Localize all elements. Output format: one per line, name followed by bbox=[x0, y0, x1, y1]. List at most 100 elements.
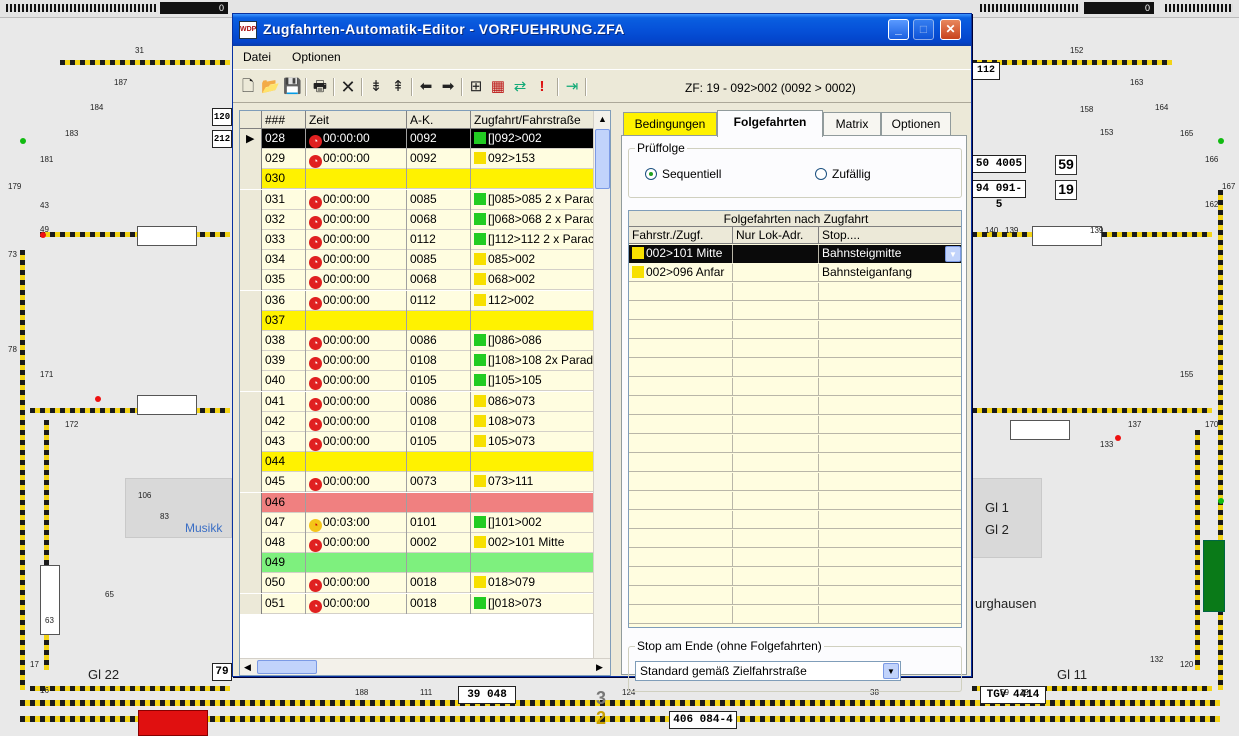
cell-lok-adr[interactable] bbox=[733, 321, 819, 339]
menu-optionen[interactable]: Optionen bbox=[292, 50, 341, 64]
cell-zeit[interactable]: ◔ 00:00:00 bbox=[306, 351, 407, 372]
cell-lok-adr[interactable] bbox=[733, 549, 819, 567]
column-header-id[interactable]: ### bbox=[262, 111, 306, 129]
column-header-fahrstrasse[interactable]: Fahrstr./Zugf. bbox=[629, 227, 733, 244]
cell-ak[interactable]: 0112 bbox=[407, 230, 471, 250]
chevron-down-icon[interactable]: ▼ bbox=[883, 663, 899, 679]
table-row[interactable]: 051 ◔ 00:00:00 0018 []018>073 bbox=[240, 593, 610, 614]
cell-id[interactable]: 045 bbox=[262, 472, 306, 493]
cell-stop[interactable] bbox=[819, 587, 961, 605]
cell-fahrstrasse[interactable] bbox=[629, 321, 733, 339]
cell-route[interactable]: []112>112 2 x Parac bbox=[471, 230, 595, 250]
cell-zeit[interactable]: ◔ 00:00:00 bbox=[306, 270, 407, 291]
cell-fahrstrasse[interactable] bbox=[629, 492, 733, 510]
cell-ak[interactable] bbox=[407, 553, 471, 574]
swap-icon[interactable]: ⇄ bbox=[511, 78, 529, 96]
row-header[interactable] bbox=[240, 351, 262, 372]
arrow-right-icon[interactable]: ➡ bbox=[439, 78, 457, 96]
row-header[interactable] bbox=[240, 452, 262, 473]
list-item[interactable] bbox=[629, 321, 961, 339]
cell-fahrstrasse[interactable] bbox=[629, 549, 733, 567]
row-header[interactable] bbox=[240, 189, 262, 210]
tab-bedingungen[interactable]: Bedingungen bbox=[623, 112, 717, 136]
table-row[interactable]: 033 ◔ 00:00:00 0112 []112>112 2 x Parac bbox=[240, 230, 610, 250]
cell-fahrstrasse[interactable] bbox=[629, 359, 733, 377]
table-row[interactable]: 043 ◔ 00:00:00 0105 105>073 bbox=[240, 432, 610, 452]
cell-fahrstrasse[interactable] bbox=[629, 454, 733, 472]
cell-fahrstrasse[interactable] bbox=[629, 511, 733, 529]
cell-route[interactable]: []068>068 2 x Parac bbox=[471, 209, 595, 230]
list-item[interactable]: 002>096 Anfar Bahnsteiganfang bbox=[629, 264, 961, 282]
list-item[interactable] bbox=[629, 606, 961, 624]
tab-folgefahrten[interactable]: Folgefahrten bbox=[717, 110, 823, 137]
cell-ak[interactable] bbox=[407, 310, 471, 331]
cell-ak[interactable]: 0068 bbox=[407, 209, 471, 230]
cell-id[interactable]: 030 bbox=[262, 169, 306, 190]
cell-id[interactable]: 037 bbox=[262, 310, 306, 331]
cell-lok-adr[interactable] bbox=[733, 511, 819, 529]
row-header[interactable] bbox=[240, 411, 262, 432]
scroll-right-icon[interactable]: ▶ bbox=[596, 662, 603, 673]
cell-lok-adr[interactable] bbox=[733, 378, 819, 396]
cell-ak[interactable]: 0092 bbox=[407, 149, 471, 170]
cell-fahrstrasse[interactable] bbox=[629, 568, 733, 586]
cell-id[interactable]: 046 bbox=[262, 492, 306, 513]
cell-stop[interactable] bbox=[819, 359, 961, 377]
cell-route[interactable]: 112>002 bbox=[471, 290, 595, 311]
cell-zeit[interactable] bbox=[306, 553, 407, 574]
cell-route[interactable]: []105>105 bbox=[471, 371, 595, 392]
cell-ak[interactable]: 0085 bbox=[407, 189, 471, 210]
cell-fahrstrasse[interactable] bbox=[629, 302, 733, 320]
column-header-ak[interactable]: A-K. bbox=[407, 111, 471, 129]
cell-lok-adr[interactable] bbox=[733, 473, 819, 491]
row-header[interactable] bbox=[240, 533, 262, 553]
column-header-stop[interactable]: Stop.... bbox=[819, 227, 961, 244]
cell-ak[interactable] bbox=[407, 169, 471, 190]
table-row[interactable]: 042 ◔ 00:00:00 0108 108>073 bbox=[240, 411, 610, 432]
cell-zeit[interactable]: ◔ 00:03:00 bbox=[306, 512, 407, 533]
cell-ak[interactable]: 0092 bbox=[407, 129, 471, 149]
cell-zeit[interactable]: ◔ 00:00:00 bbox=[306, 533, 407, 553]
cell-fahrstrasse[interactable] bbox=[629, 435, 733, 453]
cell-zeit[interactable] bbox=[306, 169, 407, 190]
cell-id[interactable]: 048 bbox=[262, 533, 306, 553]
list-item[interactable] bbox=[629, 283, 961, 301]
cell-zeit[interactable] bbox=[306, 452, 407, 473]
cell-route[interactable]: []018>073 bbox=[471, 593, 595, 614]
cell-stop[interactable]: Bahnsteiganfang bbox=[819, 264, 961, 282]
cell-lok-adr[interactable] bbox=[733, 606, 819, 624]
cell-zeit[interactable] bbox=[306, 492, 407, 513]
cell-route[interactable]: 002>101 Mitte bbox=[471, 533, 595, 553]
cell-route[interactable]: 068>002 bbox=[471, 270, 595, 291]
cell-ak[interactable]: 0073 bbox=[407, 472, 471, 493]
cell-ak[interactable]: 0112 bbox=[407, 290, 471, 311]
radio-zufaellig[interactable]: Zufällig bbox=[815, 167, 871, 181]
list-item[interactable] bbox=[629, 568, 961, 586]
cell-route[interactable]: 085>002 bbox=[471, 250, 595, 271]
list-item[interactable] bbox=[629, 435, 961, 453]
row-header[interactable] bbox=[240, 310, 262, 331]
cell-id[interactable]: 047 bbox=[262, 512, 306, 533]
tab-optionen[interactable]: Optionen bbox=[881, 112, 951, 136]
cell-lok-adr[interactable] bbox=[733, 283, 819, 301]
cell-stop[interactable] bbox=[819, 530, 961, 548]
cell-lok-adr[interactable] bbox=[733, 587, 819, 605]
open-folder-icon[interactable]: 📂 bbox=[261, 78, 280, 96]
cell-lok-adr[interactable] bbox=[733, 454, 819, 472]
cell-zeit[interactable]: ◔ 00:00:00 bbox=[306, 593, 407, 614]
cell-zeit[interactable]: ◔ 00:00:00 bbox=[306, 391, 407, 412]
cell-id[interactable]: 039 bbox=[262, 351, 306, 372]
list-item[interactable] bbox=[629, 587, 961, 605]
cell-route[interactable]: 073>111 bbox=[471, 472, 595, 493]
cell-stop[interactable] bbox=[819, 340, 961, 358]
row-header[interactable] bbox=[240, 169, 262, 190]
cell-route[interactable]: 108>073 bbox=[471, 411, 595, 432]
cell-route[interactable]: []086>086 bbox=[471, 331, 595, 351]
cell-stop[interactable]: Bahnsteigmitte ▼ bbox=[819, 245, 961, 263]
row-header[interactable] bbox=[240, 472, 262, 493]
table-row[interactable]: 032 ◔ 00:00:00 0068 []068>068 2 x Parac bbox=[240, 209, 610, 230]
cell-ak[interactable]: 0086 bbox=[407, 331, 471, 351]
cell-stop[interactable] bbox=[819, 283, 961, 301]
table-row[interactable]: 031 ◔ 00:00:00 0085 []085>085 2 x Parac bbox=[240, 189, 610, 210]
cell-zeit[interactable]: ◔ 00:00:00 bbox=[306, 290, 407, 311]
